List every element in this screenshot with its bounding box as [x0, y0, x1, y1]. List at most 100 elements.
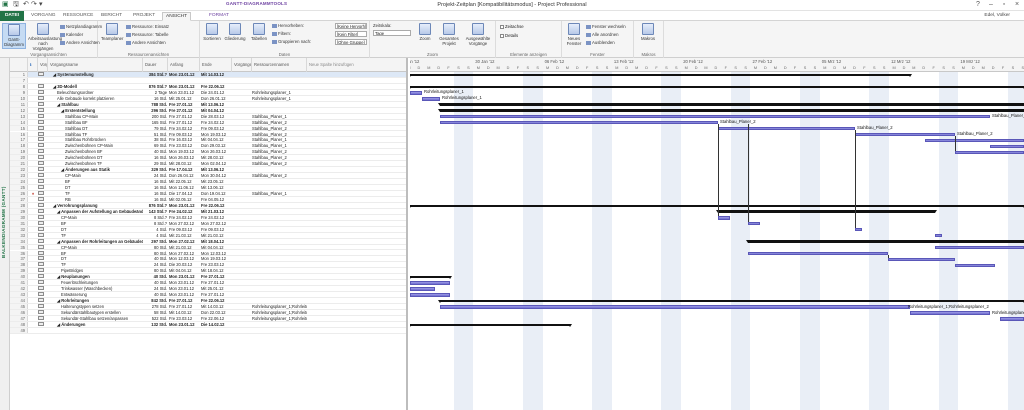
row-id[interactable]: 22	[10, 167, 28, 173]
task-bar[interactable]	[935, 233, 942, 238]
row-id[interactable]: 9	[10, 89, 28, 95]
task-bar[interactable]	[422, 97, 440, 101]
header-mode[interactable]: Vorgangsmodus	[38, 58, 48, 72]
new-window-button[interactable]: Neues Fenster	[564, 23, 584, 46]
row-id[interactable]: 27	[10, 196, 28, 202]
resource-usage-button[interactable]: Ressource: Einsatz	[126, 24, 169, 29]
tab-projekt[interactable]: PROJEKT	[130, 12, 158, 21]
sort-button[interactable]: Sortieren	[202, 23, 222, 41]
header-info-icon[interactable]: ℹ	[28, 58, 38, 72]
row-id[interactable]: 20	[10, 155, 28, 161]
row-id[interactable]: 33	[10, 232, 28, 238]
header-name[interactable]: Vorgangsname	[48, 58, 143, 72]
timeline-checkbox[interactable]: Zeitachse	[500, 24, 524, 29]
header-duration[interactable]: Dauer	[143, 58, 168, 72]
task-bar[interactable]	[955, 263, 995, 268]
task-bar[interactable]	[410, 287, 435, 291]
macros-button[interactable]: Makros	[637, 23, 659, 41]
task-bar[interactable]	[440, 305, 910, 309]
task-bar[interactable]	[748, 221, 760, 226]
task-bar[interactable]	[925, 138, 1024, 143]
row-id[interactable]: 18	[10, 143, 28, 149]
row-id[interactable]: 12	[10, 107, 28, 113]
summary-bar[interactable]	[438, 109, 1024, 112]
row-id[interactable]: 39	[10, 268, 28, 274]
row-id[interactable]: 49	[10, 327, 28, 333]
row-id[interactable]: 32	[10, 226, 28, 232]
hide-button[interactable]: Ausblenden	[586, 40, 615, 45]
summary-bar[interactable]	[410, 323, 572, 326]
row-id[interactable]: 16	[10, 131, 28, 137]
task-bar[interactable]	[718, 126, 855, 131]
row-id[interactable]: 37	[10, 256, 28, 262]
row-id[interactable]: 7	[10, 77, 28, 83]
row-id[interactable]: 28	[10, 202, 28, 208]
help-icon[interactable]: ?	[972, 0, 984, 10]
arrange-all-button[interactable]: Alle anordnen	[586, 32, 619, 37]
header-start[interactable]: Anfang	[168, 58, 200, 72]
switch-window-button[interactable]: Fenster wechseln	[586, 24, 626, 29]
task-bar[interactable]	[855, 132, 955, 137]
row-id[interactable]: 13	[10, 113, 28, 119]
row-id[interactable]: 1	[10, 72, 28, 77]
task-bar[interactable]	[955, 150, 1024, 155]
task-bar[interactable]	[718, 216, 730, 220]
row-id[interactable]: 46	[10, 310, 28, 315]
summary-bar[interactable]	[410, 85, 1024, 88]
zoom-button[interactable]: Zoom	[415, 23, 435, 41]
task-bar[interactable]	[910, 311, 990, 315]
summary-bar[interactable]	[410, 275, 452, 279]
row-id[interactable]: 11	[10, 101, 28, 107]
gantt-view-button[interactable]: Gantt-Diagramm	[2, 23, 26, 49]
task-bar[interactable]	[410, 293, 450, 297]
maximize-button[interactable]: ▫	[998, 0, 1010, 10]
summary-bar[interactable]	[716, 210, 937, 213]
network-diagram-button[interactable]: Netzplandiagramm	[60, 24, 102, 29]
other-views-button[interactable]: Andere Ansichten	[60, 40, 100, 45]
task-bar[interactable]	[440, 114, 990, 119]
task-bar[interactable]	[1000, 317, 1024, 321]
summary-bar[interactable]	[410, 204, 1024, 207]
timescale-combo[interactable]: Tage	[373, 30, 411, 36]
task-bar[interactable]	[935, 245, 1024, 250]
other-resource-views-button[interactable]: Andere Ansichten	[126, 40, 166, 45]
row-id[interactable]: 24	[10, 179, 28, 185]
row-id[interactable]: 10	[10, 95, 28, 101]
row-id[interactable]: 29	[10, 208, 28, 214]
tab-datei[interactable]: DATEI	[0, 11, 24, 21]
group-combo[interactable]: [Ohne Gruppe]	[335, 39, 367, 45]
entire-project-button[interactable]: Gesamtes Projekt	[436, 23, 462, 46]
task-bar[interactable]	[888, 257, 955, 262]
row-id[interactable]: 40	[10, 274, 28, 280]
row-id[interactable]: 41	[10, 280, 28, 286]
row-id[interactable]: 42	[10, 286, 28, 292]
row-id[interactable]: 45	[10, 304, 28, 310]
row-id[interactable]: 25	[10, 185, 28, 191]
table-row[interactable]: 49	[10, 327, 406, 334]
row-id[interactable]: 38	[10, 262, 28, 268]
row-id[interactable]: 21	[10, 161, 28, 167]
header-resources[interactable]: Ressourcennamen	[252, 58, 307, 72]
tables-button[interactable]: Tabellen	[248, 23, 270, 41]
task-bar[interactable]	[410, 281, 450, 285]
row-id[interactable]: 14	[10, 119, 28, 125]
gantt-chart[interactable]: Jan '12 30 Jan '12 06 Feb '12 13 Feb '12 20 …	[410, 58, 1024, 410]
row-id[interactable]: 8	[10, 83, 28, 89]
tab-ressource[interactable]: RESSOURCE	[60, 12, 96, 21]
header-end[interactable]: Ende	[200, 58, 232, 72]
header-add-column[interactable]: Neue Spalte hinzufügen	[307, 58, 406, 72]
row-id[interactable]: 30	[10, 214, 28, 220]
tab-vorgang[interactable]: VORGANG	[28, 12, 59, 21]
filter-combo[interactable]: [Kein Filter]	[335, 31, 367, 37]
summary-bar[interactable]	[410, 73, 912, 77]
user-name[interactable]: Edel, Volker	[984, 13, 1010, 18]
summary-bar[interactable]	[746, 240, 1024, 243]
task-bar[interactable]	[440, 120, 718, 125]
row-id[interactable]: 44	[10, 298, 28, 304]
row-id[interactable]: 23	[10, 173, 28, 179]
task-bar[interactable]	[410, 91, 422, 95]
row-id[interactable]: 47	[10, 315, 28, 321]
details-checkbox[interactable]: Details	[500, 33, 518, 38]
header-predecessors[interactable]: Vorgänge	[232, 58, 252, 72]
resource-sheet-button[interactable]: Ressource: Tabelle	[126, 32, 168, 37]
